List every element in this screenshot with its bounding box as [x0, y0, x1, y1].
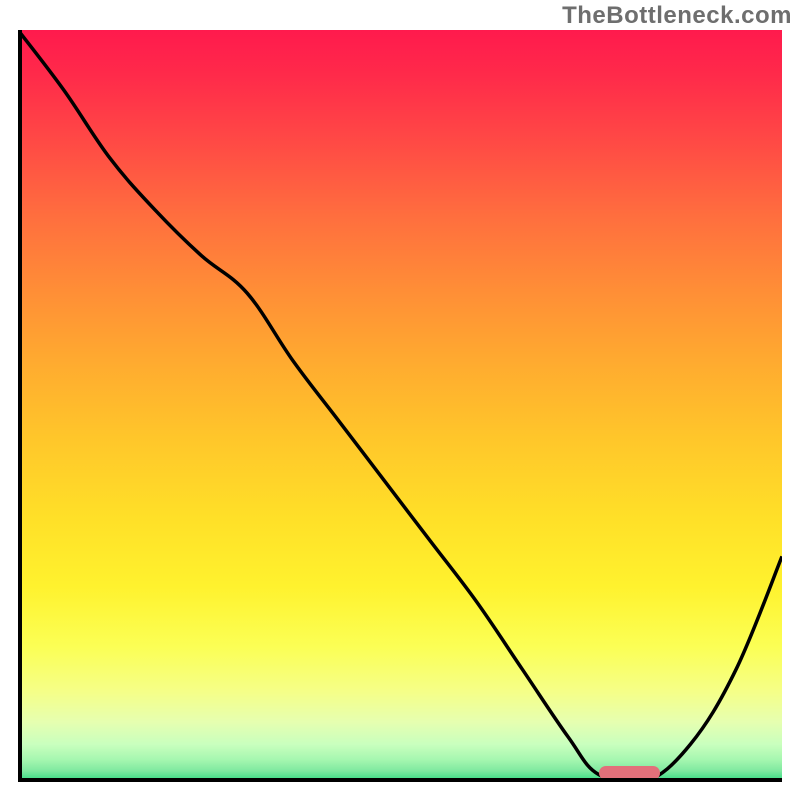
optimal-range-marker [599, 766, 660, 780]
attribution-label: TheBottleneck.com [562, 2, 792, 30]
curve-layer [18, 30, 782, 782]
bottleneck-curve-path [18, 30, 782, 782]
plot-area [18, 30, 782, 782]
bottleneck-chart: TheBottleneck.com [0, 0, 800, 800]
